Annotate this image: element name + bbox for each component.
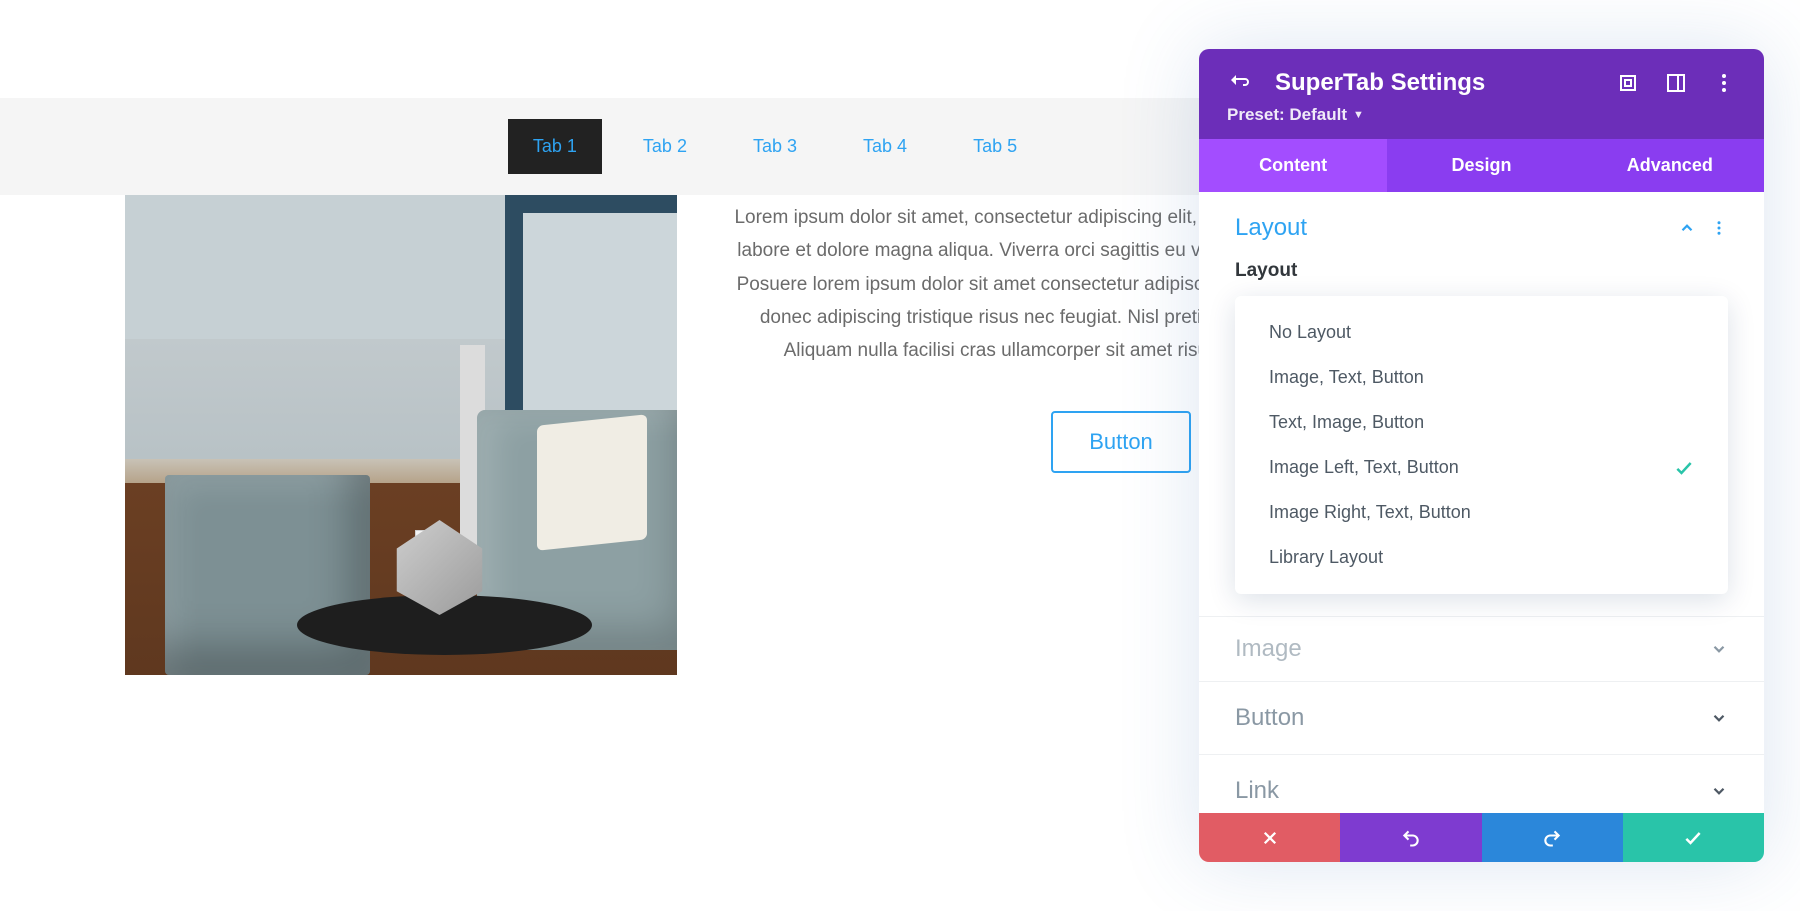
chevron-up-icon — [1678, 219, 1696, 237]
section-button-title: Button — [1235, 704, 1304, 732]
panel-title: SuperTab Settings — [1275, 69, 1592, 97]
preset-label: Preset: Default — [1227, 105, 1347, 125]
content-button[interactable]: Button — [1051, 411, 1191, 473]
preset-selector[interactable]: Preset: Default ▼ — [1227, 105, 1364, 125]
section-menu-icon[interactable] — [1710, 219, 1728, 237]
settings-panel: SuperTab Settings Preset: Default ▼ Cont… — [1199, 49, 1764, 862]
tab-design-settings[interactable]: Design — [1387, 139, 1575, 192]
section-image: Image — [1199, 617, 1764, 682]
section-link-title: Link — [1235, 777, 1279, 805]
close-icon — [1261, 829, 1279, 847]
layout-dropdown[interactable]: No Layout Image, Text, Button Text, Imag… — [1235, 296, 1728, 594]
content-image — [125, 195, 677, 675]
undo-icon — [1401, 828, 1421, 848]
kebab-menu-icon[interactable] — [1712, 71, 1736, 95]
chevron-down-icon — [1710, 709, 1728, 727]
section-link-header[interactable]: Link — [1235, 777, 1728, 805]
tab-2[interactable]: Tab 2 — [618, 119, 712, 174]
tab-advanced-settings[interactable]: Advanced — [1576, 139, 1764, 192]
redo-button[interactable] — [1482, 813, 1623, 862]
check-icon — [1683, 828, 1703, 848]
tab-3[interactable]: Tab 3 — [728, 119, 822, 174]
panel-tabs: Content Design Advanced — [1199, 139, 1764, 192]
section-image-header[interactable]: Image — [1235, 635, 1728, 663]
confirm-button[interactable] — [1623, 813, 1764, 862]
section-image-title: Image — [1235, 635, 1302, 663]
tab-content-settings[interactable]: Content — [1199, 139, 1387, 192]
tab-5[interactable]: Tab 5 — [948, 119, 1042, 174]
back-icon[interactable] — [1227, 71, 1251, 95]
chevron-down-icon — [1710, 782, 1728, 800]
redo-icon — [1542, 828, 1562, 848]
undo-button[interactable] — [1340, 813, 1481, 862]
panel-body[interactable]: Layout Layout No Layout Image, Text, But… — [1199, 192, 1764, 813]
panel-header: SuperTab Settings Preset: Default ▼ — [1199, 49, 1764, 139]
cancel-button[interactable] — [1199, 813, 1340, 862]
layout-option-text-image-button[interactable]: Text, Image, Button — [1235, 400, 1728, 445]
check-icon — [1674, 458, 1694, 478]
section-layout-header[interactable]: Layout — [1235, 214, 1728, 242]
layout-field-label: Layout — [1235, 260, 1728, 282]
caret-down-icon: ▼ — [1353, 109, 1364, 121]
section-layout: Layout Layout No Layout Image, Text, But… — [1199, 192, 1764, 617]
chevron-down-icon — [1710, 640, 1728, 658]
layout-option-no-layout[interactable]: No Layout — [1235, 310, 1728, 355]
layout-option-image-text-button[interactable]: Image, Text, Button — [1235, 355, 1728, 400]
tab-1[interactable]: Tab 1 — [508, 119, 602, 174]
section-button: Button — [1199, 682, 1764, 755]
section-link: Link — [1199, 755, 1764, 813]
layout-option-image-right[interactable]: Image Right, Text, Button — [1235, 490, 1728, 535]
section-button-header[interactable]: Button — [1235, 704, 1728, 732]
expand-icon[interactable] — [1616, 71, 1640, 95]
layout-option-library[interactable]: Library Layout — [1235, 535, 1728, 580]
action-bar — [1199, 813, 1764, 862]
dock-icon[interactable] — [1664, 71, 1688, 95]
layout-option-image-left[interactable]: Image Left, Text, Button — [1235, 445, 1728, 490]
section-layout-title: Layout — [1235, 214, 1307, 242]
tab-4[interactable]: Tab 4 — [838, 119, 932, 174]
